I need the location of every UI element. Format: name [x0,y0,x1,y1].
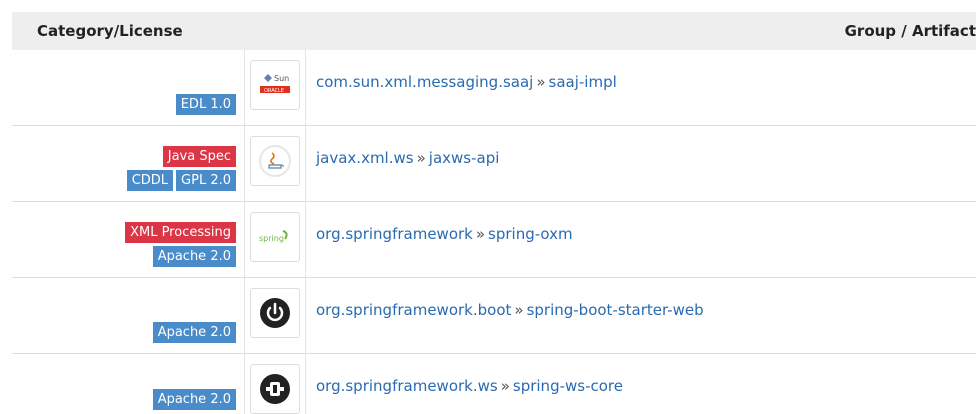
category-license-cell: Apache 2.0 [12,354,244,414]
license-badge[interactable]: EDL 1.0 [175,94,236,115]
svg-text:Sun: Sun [274,74,289,83]
group-link[interactable]: org.springframework [316,225,473,243]
group-link[interactable]: org.springframework.ws [316,377,498,395]
group-link[interactable]: org.springframework.boot [316,301,511,319]
svg-text:ORACLE: ORACLE [264,88,284,94]
category-license-cell: Apache 2.0 [12,278,244,353]
group-artifact-cell: org.springframework.boot» spring-boot-sta… [306,278,976,353]
table-row: Apache 2.0 org.springframework.boot» spri… [12,278,976,354]
separator: » [475,225,486,243]
license-badge[interactable]: GPL 2.0 [176,170,236,191]
svg-text:spring: spring [259,234,284,243]
category-license-cell: XML Processing Apache 2.0 [12,202,244,277]
java-logo-icon[interactable] [250,136,300,186]
group-artifact-cell: javax.xml.ws» jaxws-api [306,126,976,201]
artifact-link[interactable]: saaj-impl [549,73,617,91]
artifact-table: Category/License Group / Artifact EDL 1.… [12,12,976,414]
category-badge[interactable]: Java Spec [162,146,236,167]
sun-oracle-logo-icon[interactable]: Sun ORACLE [250,60,300,110]
group-artifact-cell: org.springframework.ws» spring-ws-core [306,354,976,414]
spring-logo-icon[interactable]: spring [250,212,300,262]
artifact-link[interactable]: spring-boot-starter-web [527,301,704,319]
table-row: Java Spec CDDL GPL 2.0 javax.xml.ws» jaxw… [12,126,976,202]
separator: » [514,301,524,319]
artifact-link[interactable]: spring-oxm [488,225,573,243]
separator: » [500,377,510,395]
table-header: Category/License Group / Artifact [12,12,976,50]
artifact-link[interactable]: spring-ws-core [513,377,623,395]
license-badge[interactable]: Apache 2.0 [152,322,236,343]
column-header-category-license: Category/License [37,22,183,40]
spring-ws-icon[interactable] [250,364,300,414]
group-link[interactable]: com.sun.xml.messaging.saaj [316,73,533,91]
license-badge[interactable]: Apache 2.0 [152,389,236,410]
separator: » [536,73,546,91]
artifact-link[interactable]: jaxws-api [429,149,500,167]
category-license-cell: Java Spec CDDL GPL 2.0 [12,126,244,201]
category-license-cell: EDL 1.0 [12,50,244,125]
table-row: Apache 2.0 org.springframework.ws» spring… [12,354,976,414]
separator: » [416,149,426,167]
group-artifact-cell: com.sun.xml.messaging.saaj» saaj-impl [306,50,976,125]
column-header-group-artifact: Group / Artifact [844,22,976,40]
table-row: XML Processing Apache 2.0 spring org.spr… [12,202,976,278]
table-row: EDL 1.0 Sun ORACLE com.sun.xml.messaging… [12,50,976,126]
category-badge[interactable]: XML Processing [125,222,236,243]
group-link[interactable]: javax.xml.ws [316,149,414,167]
license-badge[interactable]: CDDL [126,170,174,191]
group-artifact-cell: org.springframework» spring-oxm [306,202,976,277]
spring-boot-power-icon[interactable] [250,288,300,338]
license-badge[interactable]: Apache 2.0 [152,246,236,267]
